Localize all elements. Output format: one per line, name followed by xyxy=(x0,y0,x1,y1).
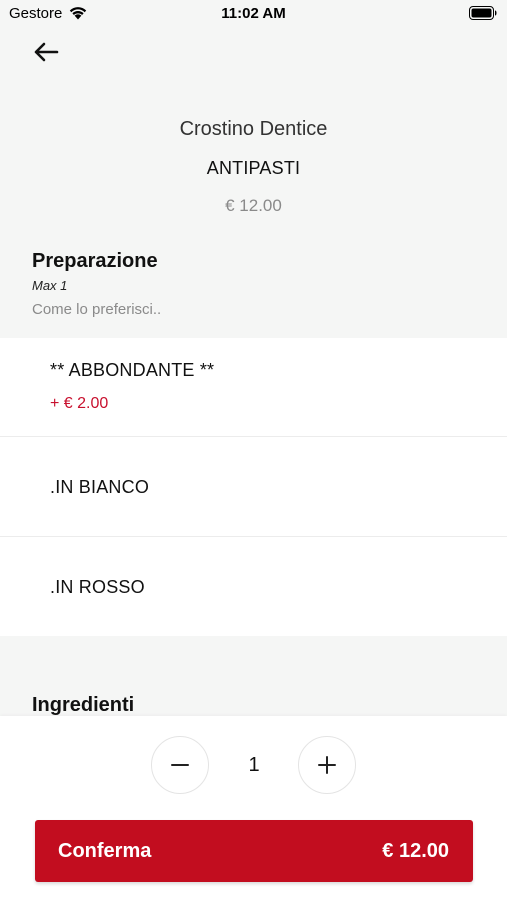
option-extra-price: + € 2.00 xyxy=(50,395,109,412)
status-bar: Gestore 11:02 AM xyxy=(0,0,507,28)
option-label: ** ABBONDANTE ** xyxy=(50,360,215,380)
minus-icon xyxy=(171,764,189,766)
quantity-plus-button[interactable] xyxy=(298,736,356,794)
quantity-minus-button[interactable] xyxy=(151,736,209,794)
arrow-left-icon xyxy=(34,42,59,62)
option-label: .IN ROSSO xyxy=(50,577,145,597)
preparation-hint: Come lo preferisci.. xyxy=(32,301,162,318)
confirm-total: € 12.00 xyxy=(382,840,449,862)
option-label: .IN BIANCO xyxy=(50,477,150,497)
plus-icon xyxy=(318,756,336,774)
preparation-max: Max 1 xyxy=(32,278,68,293)
product-name: Crostino Dentice xyxy=(179,118,328,140)
option-abbondante[interactable]: ** ABBONDANTE ** + € 2.00 xyxy=(0,338,507,437)
option-in-bianco[interactable]: .IN BIANCO xyxy=(0,437,507,537)
confirm-label: Conferma xyxy=(58,840,152,862)
preparation-options: ** ABBONDANTE ** + € 2.00 .IN BIANCO .IN… xyxy=(0,338,507,636)
clock: 11:02 AM xyxy=(221,5,286,22)
option-in-rosso[interactable]: .IN ROSSO xyxy=(0,537,507,636)
confirm-button[interactable]: Conferma € 12.00 xyxy=(35,820,473,882)
battery-icon xyxy=(469,6,497,20)
preparation-title: Preparazione xyxy=(32,250,158,272)
bottom-panel: 1 Conferma € 12.00 xyxy=(0,716,507,900)
back-button[interactable] xyxy=(28,36,64,68)
ingredients-title: Ingredienti xyxy=(32,694,135,716)
product-category: ANTIPASTI xyxy=(206,158,301,178)
product-price: € 12.00 xyxy=(225,196,282,215)
quantity-value: 1 xyxy=(248,754,260,776)
